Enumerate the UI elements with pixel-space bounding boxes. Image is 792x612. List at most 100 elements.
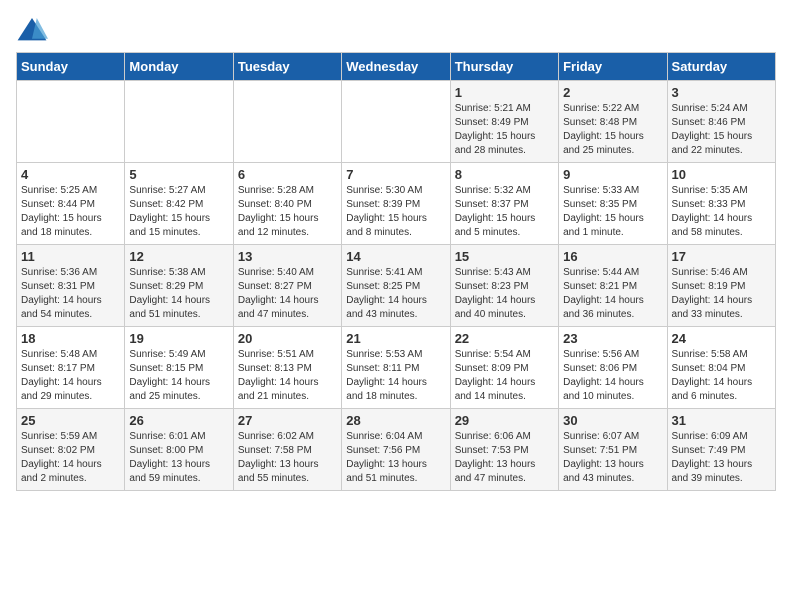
day-cell-1-6: 10 Sunrise: 5:35 AM Sunset: 8:33 PM Dayli… bbox=[667, 163, 775, 245]
day-info: Sunrise: 5:38 AM Sunset: 8:29 PM Dayligh… bbox=[129, 266, 228, 322]
day-cell-0-5: 2Sunrise: 5:22 AM Sunset: 8:48 PM Daylig… bbox=[559, 81, 667, 163]
day-number: 16 bbox=[563, 249, 662, 264]
header-row: SundayMondayTuesdayWednesdayThursdayFrid… bbox=[17, 53, 776, 81]
day-number: 5 bbox=[129, 167, 228, 182]
day-number: 19 bbox=[129, 331, 228, 346]
day-number: 6 bbox=[238, 167, 337, 182]
day-number: 22 bbox=[455, 331, 554, 346]
calendar-body: 1Sunrise: 5:21 AM Sunset: 8:49 PM Daylig… bbox=[17, 81, 776, 491]
day-number: 12 bbox=[129, 249, 228, 264]
day-cell-1-5: 9Sunrise: 5:33 AM Sunset: 8:35 PM Daylig… bbox=[559, 163, 667, 245]
calendar-header: SundayMondayTuesdayWednesdayThursdayFrid… bbox=[17, 53, 776, 81]
day-info: Sunrise: 5:56 AM Sunset: 8:06 PM Dayligh… bbox=[563, 348, 662, 404]
day-number: 23 bbox=[563, 331, 662, 346]
day-number: 25 bbox=[21, 413, 120, 428]
day-number: 14 bbox=[346, 249, 445, 264]
day-cell-2-0: 11 Sunrise: 5:36 AM Sunset: 8:31 PM Dayli… bbox=[17, 245, 125, 327]
day-cell-4-6: 31 Sunrise: 6:09 AM Sunset: 7:49 PM Dayli… bbox=[667, 409, 775, 491]
logo-icon bbox=[16, 16, 48, 44]
day-number: 2 bbox=[563, 85, 662, 100]
day-info: Sunrise: 5:41 AM Sunset: 8:25 PM Dayligh… bbox=[346, 266, 445, 322]
day-cell-2-6: 17 Sunrise: 5:46 AM Sunset: 8:19 PM Dayli… bbox=[667, 245, 775, 327]
day-number: 20 bbox=[238, 331, 337, 346]
day-number: 13 bbox=[238, 249, 337, 264]
day-number: 31 bbox=[672, 413, 771, 428]
header-wednesday: Wednesday bbox=[342, 53, 450, 81]
day-number: 7 bbox=[346, 167, 445, 182]
day-cell-2-5: 16 Sunrise: 5:44 AM Sunset: 8:21 PM Dayli… bbox=[559, 245, 667, 327]
day-cell-0-6: 3 Sunrise: 5:24 AM Sunset: 8:46 PM Daylig… bbox=[667, 81, 775, 163]
day-info: Sunrise: 5:36 AM Sunset: 8:31 PM Dayligh… bbox=[21, 266, 120, 322]
day-info: Sunrise: 5:24 AM Sunset: 8:46 PM Dayligh… bbox=[672, 102, 771, 158]
day-info: Sunrise: 5:28 AM Sunset: 8:40 PM Dayligh… bbox=[238, 184, 337, 240]
week-row-5: 25 Sunrise: 5:59 AM Sunset: 8:02 PM Dayli… bbox=[17, 409, 776, 491]
day-cell-4-3: 28Sunrise: 6:04 AM Sunset: 7:56 PM Dayli… bbox=[342, 409, 450, 491]
header-sunday: Sunday bbox=[17, 53, 125, 81]
day-cell-1-1: 5 Sunrise: 5:27 AM Sunset: 8:42 PM Daylig… bbox=[125, 163, 233, 245]
day-number: 4 bbox=[21, 167, 120, 182]
header-thursday: Thursday bbox=[450, 53, 558, 81]
day-number: 1 bbox=[455, 85, 554, 100]
day-number: 15 bbox=[455, 249, 554, 264]
day-cell-3-3: 21 Sunrise: 5:53 AM Sunset: 8:11 PM Dayli… bbox=[342, 327, 450, 409]
day-cell-1-2: 6 Sunrise: 5:28 AM Sunset: 8:40 PM Daylig… bbox=[233, 163, 341, 245]
day-number: 10 bbox=[672, 167, 771, 182]
day-info: Sunrise: 5:58 AM Sunset: 8:04 PM Dayligh… bbox=[672, 348, 771, 404]
day-cell-4-4: 29 Sunrise: 6:06 AM Sunset: 7:53 PM Dayli… bbox=[450, 409, 558, 491]
day-info: Sunrise: 5:27 AM Sunset: 8:42 PM Dayligh… bbox=[129, 184, 228, 240]
day-number: 30 bbox=[563, 413, 662, 428]
day-info: Sunrise: 5:59 AM Sunset: 8:02 PM Dayligh… bbox=[21, 430, 120, 486]
day-number: 21 bbox=[346, 331, 445, 346]
header bbox=[16, 16, 776, 44]
day-info: Sunrise: 5:32 AM Sunset: 8:37 PM Dayligh… bbox=[455, 184, 554, 240]
day-info: Sunrise: 5:43 AM Sunset: 8:23 PM Dayligh… bbox=[455, 266, 554, 322]
day-cell-3-1: 19 Sunrise: 5:49 AM Sunset: 8:15 PM Dayli… bbox=[125, 327, 233, 409]
week-row-2: 4 Sunrise: 5:25 AM Sunset: 8:44 PM Daylig… bbox=[17, 163, 776, 245]
day-cell-0-4: 1Sunrise: 5:21 AM Sunset: 8:49 PM Daylig… bbox=[450, 81, 558, 163]
day-info: Sunrise: 5:44 AM Sunset: 8:21 PM Dayligh… bbox=[563, 266, 662, 322]
header-saturday: Saturday bbox=[667, 53, 775, 81]
week-row-4: 18Sunrise: 5:48 AM Sunset: 8:17 PM Dayli… bbox=[17, 327, 776, 409]
day-number: 29 bbox=[455, 413, 554, 428]
day-info: Sunrise: 5:46 AM Sunset: 8:19 PM Dayligh… bbox=[672, 266, 771, 322]
day-cell-2-3: 14 Sunrise: 5:41 AM Sunset: 8:25 PM Dayli… bbox=[342, 245, 450, 327]
day-cell-3-6: 24 Sunrise: 5:58 AM Sunset: 8:04 PM Dayli… bbox=[667, 327, 775, 409]
day-number: 11 bbox=[21, 249, 120, 264]
calendar-table: SundayMondayTuesdayWednesdayThursdayFrid… bbox=[16, 52, 776, 491]
day-cell-3-5: 23 Sunrise: 5:56 AM Sunset: 8:06 PM Dayli… bbox=[559, 327, 667, 409]
day-cell-2-1: 12 Sunrise: 5:38 AM Sunset: 8:29 PM Dayli… bbox=[125, 245, 233, 327]
day-info: Sunrise: 6:09 AM Sunset: 7:49 PM Dayligh… bbox=[672, 430, 771, 486]
day-number: 24 bbox=[672, 331, 771, 346]
day-number: 8 bbox=[455, 167, 554, 182]
day-info: Sunrise: 5:35 AM Sunset: 8:33 PM Dayligh… bbox=[672, 184, 771, 240]
day-cell-4-0: 25 Sunrise: 5:59 AM Sunset: 8:02 PM Dayli… bbox=[17, 409, 125, 491]
day-info: Sunrise: 5:51 AM Sunset: 8:13 PM Dayligh… bbox=[238, 348, 337, 404]
day-info: Sunrise: 6:07 AM Sunset: 7:51 PM Dayligh… bbox=[563, 430, 662, 486]
week-row-3: 11 Sunrise: 5:36 AM Sunset: 8:31 PM Dayli… bbox=[17, 245, 776, 327]
day-number: 17 bbox=[672, 249, 771, 264]
day-info: Sunrise: 5:40 AM Sunset: 8:27 PM Dayligh… bbox=[238, 266, 337, 322]
day-number: 26 bbox=[129, 413, 228, 428]
day-number: 28 bbox=[346, 413, 445, 428]
day-cell-2-4: 15 Sunrise: 5:43 AM Sunset: 8:23 PM Dayli… bbox=[450, 245, 558, 327]
header-monday: Monday bbox=[125, 53, 233, 81]
day-number: 18 bbox=[21, 331, 120, 346]
day-number: 3 bbox=[672, 85, 771, 100]
day-number: 27 bbox=[238, 413, 337, 428]
header-friday: Friday bbox=[559, 53, 667, 81]
day-cell-1-3: 7 Sunrise: 5:30 AM Sunset: 8:39 PM Daylig… bbox=[342, 163, 450, 245]
day-cell-3-2: 20 Sunrise: 5:51 AM Sunset: 8:13 PM Dayli… bbox=[233, 327, 341, 409]
day-cell-1-0: 4 Sunrise: 5:25 AM Sunset: 8:44 PM Daylig… bbox=[17, 163, 125, 245]
day-cell-1-4: 8 Sunrise: 5:32 AM Sunset: 8:37 PM Daylig… bbox=[450, 163, 558, 245]
day-info: Sunrise: 5:53 AM Sunset: 8:11 PM Dayligh… bbox=[346, 348, 445, 404]
day-cell-4-5: 30 Sunrise: 6:07 AM Sunset: 7:51 PM Dayli… bbox=[559, 409, 667, 491]
day-cell-3-4: 22Sunrise: 5:54 AM Sunset: 8:09 PM Dayli… bbox=[450, 327, 558, 409]
day-info: Sunrise: 6:01 AM Sunset: 8:00 PM Dayligh… bbox=[129, 430, 228, 486]
day-info: Sunrise: 5:49 AM Sunset: 8:15 PM Dayligh… bbox=[129, 348, 228, 404]
day-cell-0-0 bbox=[17, 81, 125, 163]
day-info: Sunrise: 5:25 AM Sunset: 8:44 PM Dayligh… bbox=[21, 184, 120, 240]
header-tuesday: Tuesday bbox=[233, 53, 341, 81]
day-info: Sunrise: 5:30 AM Sunset: 8:39 PM Dayligh… bbox=[346, 184, 445, 240]
day-info: Sunrise: 6:06 AM Sunset: 7:53 PM Dayligh… bbox=[455, 430, 554, 486]
day-number: 9 bbox=[563, 167, 662, 182]
